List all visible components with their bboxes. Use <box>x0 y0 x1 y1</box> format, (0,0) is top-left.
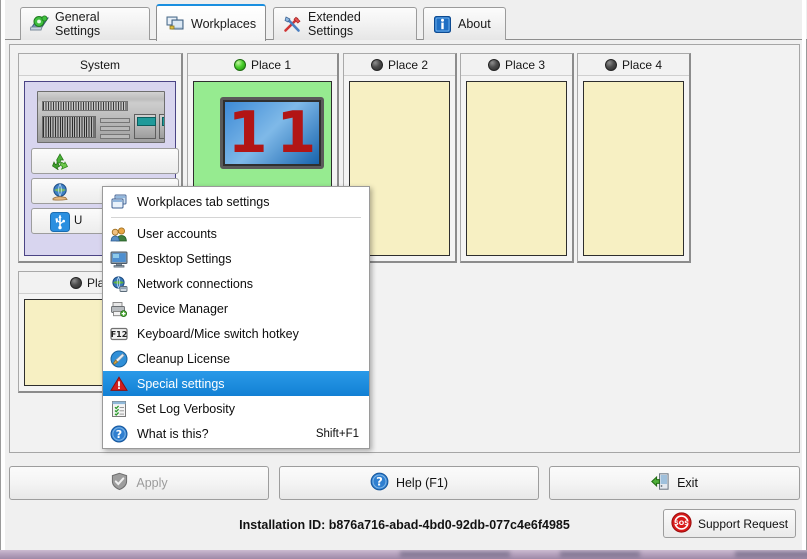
menu-item-label: Workplaces tab settings <box>137 194 270 209</box>
place-card-1-header: Place 1 <box>188 54 337 76</box>
place-card-1-title: Place 1 <box>250 57 292 72</box>
window-left-edge <box>1 0 5 550</box>
warning-triangle-icon <box>110 375 128 393</box>
workplaces-icon <box>166 14 185 33</box>
help-button[interactable]: ? Help (F1) <box>279 466 539 500</box>
system-card-title: System <box>79 57 120 72</box>
help-question-icon: ? <box>110 425 128 443</box>
about-info-icon <box>433 15 452 34</box>
tab-bar: General Settings Workplaces Extended Set… <box>1 0 807 41</box>
system-card-header: System <box>19 54 181 76</box>
svg-text:?: ? <box>116 428 122 441</box>
tab-workplaces[interactable]: Workplaces <box>156 4 266 41</box>
tab-label: Extended Settings <box>308 10 361 38</box>
menu-item-shortcut: Shift+F1 <box>315 427 359 440</box>
tab-extended-settings[interactable]: Extended Settings <box>273 7 417 40</box>
support-request-button[interactable]: SOS Support Request <box>663 509 796 538</box>
status-led-off-icon <box>370 58 383 71</box>
copy-windows-icon <box>110 193 128 211</box>
installation-id-text: Installation ID: b876a716-abad-4bd0-92db… <box>239 518 570 532</box>
menu-item-user-accounts[interactable]: User accounts <box>103 221 369 246</box>
desktop-taskbar[interactable] <box>0 550 807 559</box>
f12-key-icon: F12 <box>110 325 128 343</box>
menu-item-device-manager[interactable]: Device Manager <box>103 296 369 321</box>
cleanup-recycle-button[interactable] <box>31 148 179 174</box>
menu-item-label: User accounts <box>137 226 217 241</box>
status-led-off-icon <box>487 58 500 71</box>
menu-item-workplaces-tab-settings[interactable]: Workplaces tab settings <box>103 189 369 214</box>
place-card-4[interactable]: Place 4 <box>577 53 691 263</box>
svg-text:F12: F12 <box>111 330 128 339</box>
help-question-icon: ? <box>370 472 389 494</box>
recycle-icon <box>50 152 70 172</box>
sysbtn-label: U <box>74 215 83 227</box>
place-card-3-body <box>466 81 567 256</box>
window-right-edge <box>802 0 806 550</box>
menu-item-label: Cleanup License <box>137 351 231 366</box>
menu-item-label: Network connections <box>137 276 254 291</box>
apply-button[interactable]: Apply <box>9 466 269 500</box>
sos-icon: SOS <box>671 511 692 536</box>
tab-label: About <box>458 17 491 31</box>
place-card-3-title: Place 3 <box>504 57 546 72</box>
menu-item-label: Set Log Verbosity <box>137 401 235 416</box>
tab-label: Workplaces <box>191 16 257 31</box>
footer-button-row: Apply ? Help (F1) Exit <box>9 466 800 502</box>
menu-item-label: Keyboard/Mice switch hotkey <box>137 326 299 341</box>
tab-label: General Settings <box>55 10 101 38</box>
menu-item-special-settings[interactable]: Special settings <box>103 371 369 396</box>
help-label: Help (F1) <box>395 476 449 490</box>
menu-item-what-is-this[interactable]: ? What is this? Shift+F1 <box>103 421 369 446</box>
usb-icon <box>50 212 70 232</box>
menu-item-label: Device Manager <box>137 301 229 316</box>
menu-item-cleanup-license[interactable]: Cleanup License <box>103 346 369 371</box>
tab-general-settings[interactable]: General Settings <box>20 7 150 40</box>
general-settings-icon <box>29 15 49 34</box>
tab-about[interactable]: About <box>423 7 506 40</box>
menu-item-network-connections[interactable]: Network connections <box>103 271 369 296</box>
workplaces-panel: System U Place 1 11 Place 2 Place 3 Plac… <box>9 44 800 453</box>
globe-in-hand-icon <box>50 182 70 202</box>
checklist-icon <box>110 400 128 418</box>
svg-text:?: ? <box>376 475 383 489</box>
apply-label: Apply <box>136 476 168 490</box>
menu-item-set-log-verbosity[interactable]: Set Log Verbosity <box>103 396 369 421</box>
place-card-3-header: Place 3 <box>461 54 572 76</box>
svg-text:SOS: SOS <box>674 519 689 527</box>
status-led-off-icon <box>69 276 82 289</box>
desktop-icon <box>110 250 128 268</box>
network-globe-icon <box>110 275 128 293</box>
support-request-label: Support Request <box>698 516 789 531</box>
server-image <box>37 91 165 143</box>
status-led-off-icon <box>604 58 617 71</box>
broom-icon <box>110 350 128 368</box>
monitor-number: 11 <box>225 102 319 164</box>
context-menu[interactable]: Workplaces tab settings User accounts De… <box>102 186 370 449</box>
exit-door-icon <box>651 472 670 494</box>
place-card-4-header: Place 4 <box>578 54 689 76</box>
exit-label: Exit <box>677 476 698 490</box>
place-card-2-header: Place 2 <box>344 54 455 76</box>
application-window: General Settings Workplaces Extended Set… <box>0 0 807 550</box>
exit-button[interactable]: Exit <box>549 466 800 500</box>
extended-settings-icon <box>283 15 302 34</box>
users-icon <box>110 225 128 243</box>
status-led-on-icon <box>233 58 246 71</box>
menu-item-desktop-settings[interactable]: Desktop Settings <box>103 246 369 271</box>
place-card-4-body <box>583 81 684 256</box>
monitor-preview: 11 <box>220 97 324 169</box>
device-printer-icon <box>110 300 128 318</box>
place-card-2-title: Place 2 <box>387 57 429 72</box>
menu-item-label: Desktop Settings <box>137 251 232 266</box>
place-card-3[interactable]: Place 3 <box>460 53 574 263</box>
place-card-4-title: Place 4 <box>621 57 663 72</box>
menu-item-keyboard-mice-switch-hotkey[interactable]: F12 Keyboard/Mice switch hotkey <box>103 321 369 346</box>
menu-item-label: Special settings <box>137 376 225 391</box>
shield-check-icon <box>110 472 129 494</box>
menu-item-label: What is this? <box>137 426 209 441</box>
menu-separator <box>111 217 361 218</box>
